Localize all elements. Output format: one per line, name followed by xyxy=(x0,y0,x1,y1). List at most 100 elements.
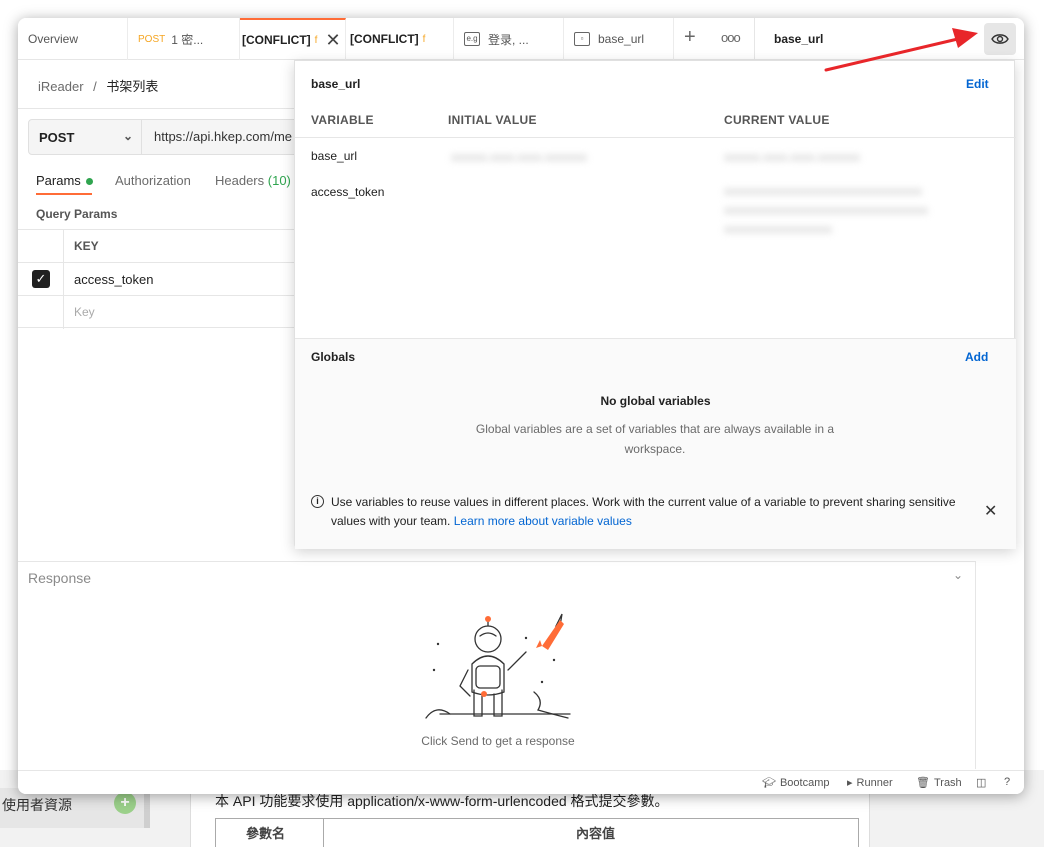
breadcrumb-collection[interactable]: iReader xyxy=(38,79,84,94)
query-params-table: KEY ✓ access_token Key xyxy=(18,229,298,329)
empty-state-description: Global variables are a set of variables … xyxy=(475,422,835,456)
info-banner: i Use variables to reuse values in diffe… xyxy=(311,493,961,531)
help-icon[interactable]: ? xyxy=(1004,776,1010,788)
environment-selector[interactable]: base_url xyxy=(774,32,823,46)
param-key[interactable]: access_token xyxy=(74,272,154,287)
tab-headers[interactable]: Headers (10) xyxy=(215,173,291,188)
tab-label: base_url xyxy=(598,32,645,46)
info-icon: i xyxy=(311,495,324,508)
column-current-value-header: CURRENT VALUE xyxy=(724,113,830,127)
column-variable-header: VARIABLE xyxy=(311,113,374,127)
add-icon: + xyxy=(114,792,136,814)
background-table-col1: 參數名 xyxy=(246,826,286,841)
trash-icon: 🗑︎ xyxy=(916,777,930,789)
tab-conflict[interactable]: [CONFLICT] f xyxy=(346,18,454,60)
tab-request-password[interactable]: POST 1 密... xyxy=(128,18,240,60)
eye-icon xyxy=(991,34,1009,44)
tab-label: Overview xyxy=(28,32,79,46)
blurred-current-value: xxxxxx.xxxx.xxxx.xxxxxxx xyxy=(724,150,861,164)
background-sidebar-label: 使用者資源 xyxy=(2,797,72,813)
bootcamp-icon: 🎓︎ xyxy=(762,777,776,789)
tab-label: [CONFLICT] xyxy=(350,32,419,46)
method-select[interactable]: POST ⌄ xyxy=(28,119,142,155)
learn-more-link[interactable]: Learn more about variable values xyxy=(454,514,632,528)
tab-label: 1 密... xyxy=(171,32,204,47)
variable-name: access_token xyxy=(311,185,385,199)
bootcamp-button[interactable]: 🎓︎ Bootcamp xyxy=(762,776,830,789)
method-value: POST xyxy=(39,129,75,145)
background-table-col2: 內容值 xyxy=(576,826,616,841)
tab-method: POST xyxy=(138,33,166,45)
query-params-title: Query Params xyxy=(36,207,118,221)
astronaut-illustration xyxy=(425,613,571,719)
divider xyxy=(754,18,755,60)
runner-icon: ▸ xyxy=(847,777,853,789)
background-table: 參數名 內容值 xyxy=(215,818,859,847)
runner-label: Runner xyxy=(856,777,893,789)
divider xyxy=(975,561,976,769)
param-key-placeholder[interactable]: Key xyxy=(74,305,95,319)
status-bar: 🎓︎ Bootcamp ▸ Runner 🗑︎ Trash ◫ ? xyxy=(18,770,1024,794)
checkbox-cell xyxy=(18,296,64,329)
chevron-down-icon: ⌄ xyxy=(122,129,133,143)
info-text: Use variables to reuse values in differe… xyxy=(331,495,956,528)
trash-button[interactable]: 🗑︎ Trash xyxy=(916,776,962,789)
two-pane-icon[interactable]: ◫ xyxy=(976,776,986,789)
tab-environment-base-url[interactable]: ▫ base_url xyxy=(564,18,674,60)
active-tab-indicator xyxy=(36,193,92,195)
active-dot-icon xyxy=(85,178,93,186)
background-sidebar-item: 使用者資源 + xyxy=(0,788,150,828)
breadcrumb: iReader / 书架列表 xyxy=(38,76,158,95)
close-icon[interactable]: ✕ xyxy=(984,501,997,521)
tab-label: 登录, ... xyxy=(488,32,529,47)
column-key-header: KEY xyxy=(74,239,99,253)
checkbox-cell: ✓ xyxy=(18,263,64,296)
blurred-current-value: xxxxxxxxxxxxxxxxxxxxxxxxxxxxxxxxx xxxxxx… xyxy=(724,184,928,236)
environment-quick-look-popover: base_url Edit VARIABLE INITIAL VALUE CUR… xyxy=(294,60,1016,549)
breadcrumb-separator: / xyxy=(93,79,97,94)
blurred-initial-value: xxxxxx.xxxx.xxxx.xxxxxxx xyxy=(451,150,588,164)
example-icon: e.g xyxy=(464,32,480,46)
url-input[interactable]: https://api.hkep.com/me xyxy=(142,119,302,155)
param-enabled-checkbox[interactable]: ✓ xyxy=(32,270,50,288)
environment-quick-look-button[interactable] xyxy=(984,23,1016,55)
table-row: ✓ access_token xyxy=(18,262,298,296)
table-row-new: Key xyxy=(18,295,298,329)
environment-icon: ▫ xyxy=(574,32,590,46)
tab-headers-label: Headers xyxy=(215,173,265,188)
new-tab-icon[interactable]: + xyxy=(684,26,696,49)
tab-suffix: f xyxy=(314,34,318,46)
bootcamp-label: Bootcamp xyxy=(779,777,830,789)
more-options-icon[interactable]: ooo xyxy=(721,30,741,45)
tab-params[interactable]: Params xyxy=(36,173,93,188)
background-content: 本 API 功能要求使用 application/x-www-form-urle… xyxy=(190,788,870,847)
app-window: Overview POST 1 密... [CONFLICT] f ✕ [CON… xyxy=(18,18,1024,794)
tab-conflict-active[interactable]: [CONFLICT] f ✕ xyxy=(240,18,346,60)
tab-authorization[interactable]: Authorization xyxy=(115,173,191,188)
empty-state-title: No global variables xyxy=(600,394,711,408)
checkbox-column xyxy=(18,230,64,263)
headers-count: (10) xyxy=(267,173,291,188)
variable-name: base_url xyxy=(311,149,358,163)
breadcrumb-request: 书架列表 xyxy=(106,79,159,94)
divider xyxy=(18,561,976,562)
tab-overview[interactable]: Overview xyxy=(18,18,128,60)
chevron-down-icon[interactable]: ⌄ xyxy=(953,568,963,582)
tab-params-label: Params xyxy=(36,173,81,188)
close-icon[interactable]: ✕ xyxy=(325,30,340,51)
runner-button[interactable]: ▸ Runner xyxy=(847,776,893,789)
tab-bar: Overview POST 1 密... [CONFLICT] f ✕ [CON… xyxy=(18,18,1024,60)
edit-environment-link[interactable]: Edit xyxy=(966,77,989,91)
response-hint: Click Send to get a response xyxy=(421,734,575,748)
environment-name: base_url xyxy=(311,77,361,91)
trash-label: Trash xyxy=(933,777,962,789)
tab-login[interactable]: e.g 登录, ... xyxy=(454,18,564,60)
table-header-row: KEY xyxy=(18,229,298,263)
globals-title: Globals xyxy=(311,350,356,364)
response-title: Response xyxy=(28,570,92,586)
add-global-link[interactable]: Add xyxy=(965,350,988,364)
tab-suffix: f xyxy=(422,33,426,45)
tab-label: [CONFLICT] xyxy=(242,33,311,47)
divider xyxy=(18,108,298,109)
background-doc-text: 本 API 功能要求使用 application/x-www-form-urle… xyxy=(215,793,669,809)
